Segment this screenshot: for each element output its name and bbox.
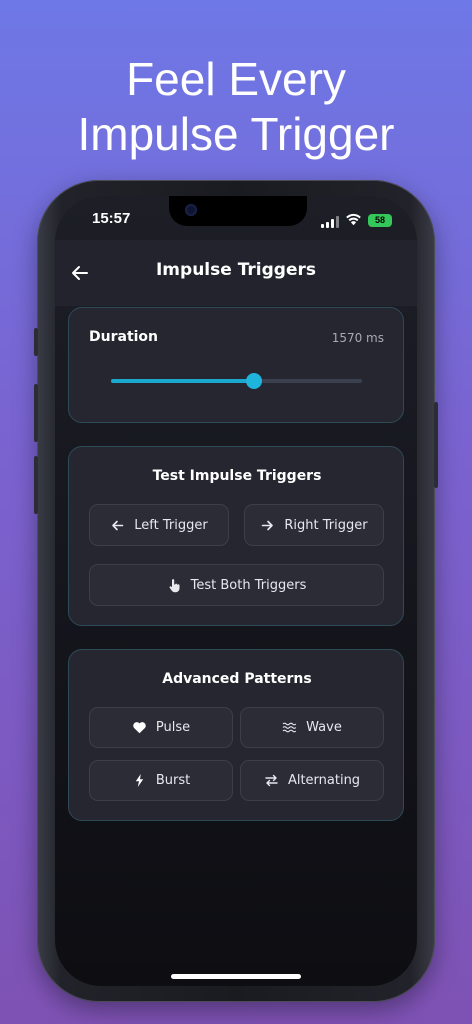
phone-mute-switch xyxy=(34,328,38,356)
cellular-signal-icon xyxy=(321,216,339,228)
heart-icon xyxy=(132,720,147,735)
right-trigger-button[interactable]: Right Trigger xyxy=(244,504,384,546)
phone-frame: 15:57 58 Impulse Triggers Duration 1570 … xyxy=(34,180,438,1002)
navigation-bar: Impulse Triggers xyxy=(55,240,417,306)
status-time: 15:57 xyxy=(92,210,131,227)
duration-card: Duration 1570 ms xyxy=(68,307,404,423)
swap-arrows-icon xyxy=(264,773,279,788)
duration-slider[interactable] xyxy=(111,373,362,389)
advanced-patterns-title: Advanced Patterns xyxy=(162,671,312,687)
headline-line-1: Feel Every xyxy=(126,53,346,105)
phone-power-button xyxy=(434,402,438,488)
page-title: Impulse Triggers xyxy=(155,260,316,280)
pulse-label: Pulse xyxy=(155,720,191,735)
left-trigger-label: Left Trigger xyxy=(134,517,208,533)
duration-value: 1570 ms xyxy=(331,331,384,345)
front-camera xyxy=(185,204,197,216)
test-triggers-title: Test Impulse Triggers xyxy=(152,468,322,484)
phone-volume-down xyxy=(34,456,38,514)
battery-level: 58 xyxy=(374,215,385,225)
right-trigger-label: Right Trigger xyxy=(284,517,368,533)
phone-volume-up xyxy=(34,384,38,442)
duration-label: Duration xyxy=(89,329,159,345)
burst-button[interactable]: Burst xyxy=(89,760,233,801)
wave-button[interactable]: Wave xyxy=(240,707,384,748)
advanced-patterns-card: Advanced Patterns Pulse Wave Burst Alter… xyxy=(68,649,404,821)
alternating-label: Alternating xyxy=(287,773,361,788)
home-indicator[interactable] xyxy=(171,974,301,979)
lightning-icon xyxy=(132,773,147,788)
wave-icon xyxy=(282,720,297,735)
alternating-button[interactable]: Alternating xyxy=(240,760,384,801)
pulse-button[interactable]: Pulse xyxy=(89,707,233,748)
arrow-right-icon xyxy=(260,518,275,533)
duration-slider-thumb[interactable] xyxy=(246,373,263,389)
test-both-triggers-button[interactable]: Test Both Triggers xyxy=(89,564,384,606)
left-trigger-button[interactable]: Left Trigger xyxy=(89,504,229,546)
test-both-label: Test Both Triggers xyxy=(190,577,307,593)
arrow-left-icon xyxy=(110,518,125,533)
test-triggers-card: Test Impulse Triggers Left Trigger Right… xyxy=(68,446,404,626)
promo-headline: Feel Every Impulse Trigger xyxy=(0,52,472,162)
headline-line-2: Impulse Trigger xyxy=(77,108,395,160)
app-screen: 15:57 58 Impulse Triggers Duration 1570 … xyxy=(55,196,417,986)
dynamic-island xyxy=(169,196,307,226)
wave-label: Wave xyxy=(306,720,342,735)
hand-pointer-icon xyxy=(167,578,182,593)
burst-label: Burst xyxy=(155,773,191,788)
duration-slider-fill xyxy=(111,379,255,383)
wifi-icon xyxy=(346,213,361,226)
battery-indicator: 58 xyxy=(368,214,392,227)
